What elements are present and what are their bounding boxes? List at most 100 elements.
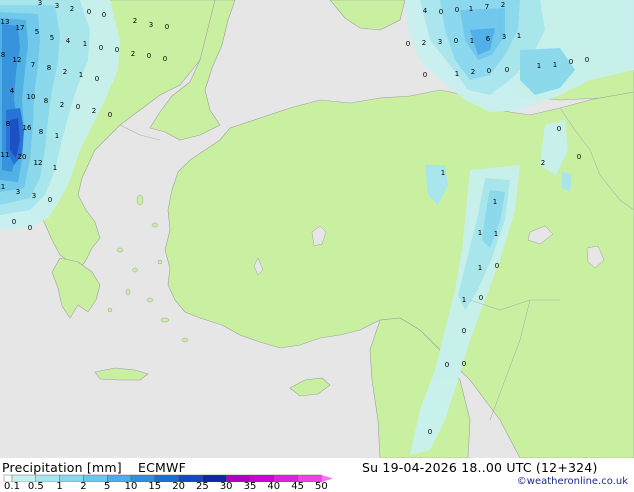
precip-value: 8 [47,64,51,72]
precip-value: 0 [428,428,432,436]
precip-value: 1 [493,198,497,206]
legend-tick-label: 25 [196,481,209,492]
precip-value: 0 [102,11,106,19]
precip-value: 3 [32,192,36,200]
precip-value: 0 [479,294,483,302]
precip-value: 8 [1,51,5,59]
precip-value: 8 [44,97,48,105]
precip-value: 12 [13,56,22,64]
legend-tick-label: 0.1 [4,481,20,492]
legend-tick-label: 5 [104,481,111,492]
precip-value: 1 [494,230,498,238]
precip-value: 0 [48,196,52,204]
legend-tick-label: 1 [56,481,63,492]
precip-value: 1 [441,169,445,177]
precip-value: 0 [423,71,427,79]
precip-value: 3 [502,33,506,41]
precip-value: 1 [55,132,59,140]
precip-value: 0 [115,46,119,54]
precip-value: 4 [10,87,15,95]
precip-value: 2 [422,39,426,47]
precip-value: 10 [27,93,36,101]
precip-value: 1 [53,164,57,172]
legend-tick-label: 40 [267,481,281,492]
precip-value: 1 [79,71,83,79]
precip-value: 11 [1,151,10,159]
precip-value: 2 [60,101,64,109]
precip-value: 0 [406,40,410,48]
precip-value: 12 [34,159,43,167]
precip-value: 0 [462,327,466,335]
legend-tick-label: 45 [291,481,304,492]
precip-value: 5 [50,34,54,42]
precip-value: 0 [585,56,589,64]
precip-value: 0 [163,55,167,63]
precip-value: 3 [38,0,42,7]
precip-value: 2 [133,17,137,25]
precip-value: 0 [28,224,32,232]
precip-value: 1 [553,61,557,69]
precip-value: 20 [18,153,27,161]
precipitation-map[interactable]: 3 3 2 0 0 13 17 5 2 3 0 5 4 1 0 0 2 0 0 8 12 7 8 2 1 0 4 10 8 2 0 2 0 8 16… [0,0,634,458]
precip-value: 1 [537,62,541,70]
credit-link[interactable]: ©weatheronline.co.uk [517,476,628,487]
precip-value: 0 [95,75,99,83]
precip-value: 1 [462,296,466,304]
legend-tick-label: 50 [315,481,328,492]
precip-value: 13 [1,18,10,26]
precip-value: 8 [39,128,43,136]
legend-tick-label: 10 [124,481,138,492]
legend-tick-label: 35 [243,481,257,492]
precip-value: 1 [470,37,474,45]
precip-value: 17 [16,24,25,32]
precip-value: 2 [70,5,74,13]
precip-value: 0 [505,66,509,74]
precip-value: 2 [471,68,475,76]
precip-value: 3 [16,188,20,196]
precip-value: 0 [165,23,169,31]
precip-value: 2 [131,50,135,58]
precip-value: 4 [423,7,428,15]
precip-value: 16 [23,124,32,132]
precip-value: 0 [557,125,561,133]
precip-value: 0 [487,67,491,75]
precip-value: 2 [63,68,67,76]
precip-value: 3 [55,2,59,10]
precip-value: 2 [501,1,505,9]
precip-value: 0 [76,103,80,111]
color-legend [3,474,332,482]
precip-value: 1 [478,229,482,237]
precip-value: 6 [486,35,491,43]
legend-tick-label: 15 [148,481,162,492]
precip-value: 0 [455,6,459,14]
precip-value: 1 [1,183,5,191]
precip-value: 0 [99,44,103,52]
precip-value: 0 [147,52,151,60]
precip-value: 0 [495,262,499,270]
valid-time: Su 19-04-2026 18..00 UTC (12+324) [362,460,598,475]
legend-tick-label: 2 [80,481,87,492]
precip-value: 1 [455,70,459,78]
precip-value: 3 [149,21,153,29]
precip-value: 0 [445,361,449,369]
legend-tick-label: 20 [172,481,185,492]
precip-value: 1 [478,264,482,272]
title-label: Precipitation [mm] [2,460,122,475]
model-name: ECMWF [138,460,186,475]
map-canvas: 3 3 2 0 01317 52 3 05 4 1 0 0 2 0 08127 8 2 1 0410 8 2 0 2 08 16… [0,0,634,458]
precip-value: 8 [6,120,10,128]
precip-value: 0 [12,218,16,226]
precip-value: 0 [577,153,581,161]
precip-value: 1 [517,32,521,40]
precip-value: 2 [92,107,96,115]
precip-value: 7 [485,3,489,11]
legend-tick-label: 30 [219,481,233,492]
precip-value: 1 [83,40,87,48]
precip-value: 0 [454,37,458,45]
precip-value: 2 [541,159,545,167]
precip-value: 0 [108,111,112,119]
precip-value: 3 [438,38,442,46]
precip-value: 0 [87,8,91,16]
legend-tick-label: 0.5 [27,481,44,492]
precip-value: 4 [66,37,71,45]
